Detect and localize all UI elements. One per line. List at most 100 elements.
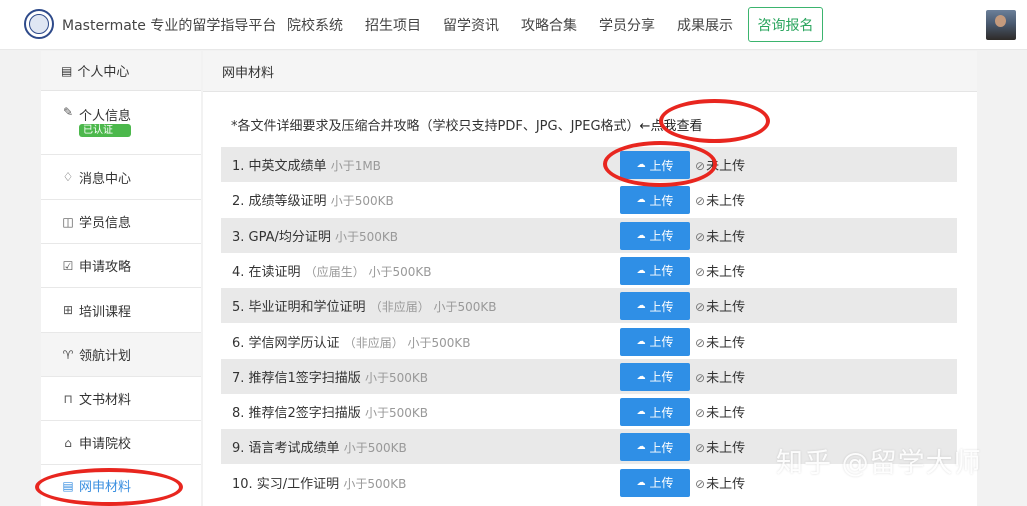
material-name: 8. 推荐信2签字扫描版	[232, 406, 361, 422]
link-icon: ⊘	[695, 476, 706, 491]
upload-status: ⊘未上传	[695, 367, 745, 386]
cloud-upload-icon: ☁	[636, 371, 646, 382]
material-row: 2. 成绩等级证明 小于500KB ☁ 上传 ⊘未上传	[221, 182, 957, 217]
material-row: 1. 中英文成绩单 小于1MB ☁ 上传 ⊘未上传	[221, 147, 957, 182]
pen-icon: ✎	[62, 105, 74, 119]
cloud-upload-icon: ☁	[636, 230, 646, 241]
material-name: 4. 在读证明	[232, 264, 301, 280]
instruction-text: *各文件详细要求及压缩合并攻略（学校只支持PDF、JPG、JPEG格式）	[231, 119, 640, 134]
material-label: 3. GPA/均分证明 小于500KB	[232, 226, 398, 245]
material-label: 4. 在读证明 （应届生） 小于500KB	[232, 261, 432, 280]
upload-button-label: 上传	[649, 193, 674, 208]
material-name: 9. 语言考试成绩单	[232, 441, 340, 457]
link-icon: ⊘	[695, 229, 706, 244]
logo-icon[interactable]	[24, 9, 54, 39]
sidebar-item-target-schools[interactable]: ⌂ 申请院校	[41, 421, 201, 465]
link-icon: ⊘	[695, 194, 706, 209]
brand-name[interactable]: Mastermate 专业的留学指导平台	[62, 15, 276, 35]
upload-button[interactable]: ☁ 上传	[620, 221, 690, 250]
consult-signup-button[interactable]: 咨询报名	[748, 7, 823, 42]
upload-status-label: 未上传	[706, 370, 746, 386]
material-name: 1. 中英文成绩单	[232, 159, 327, 174]
nav-item-guides[interactable]: 攻略合集	[521, 15, 577, 35]
material-size-hint: 小于500KB	[335, 229, 399, 244]
sidebar-item-label: 消息中心	[79, 171, 132, 187]
cloud-upload-icon: ☁	[636, 336, 646, 347]
sidebar-item-label: 领航计划	[79, 349, 132, 364]
material-name: 6. 学信网学历认证	[232, 335, 340, 351]
sidebar-item-documents[interactable]: ⊓ 文书材料	[41, 377, 201, 421]
grid-icon: ⊞	[62, 303, 74, 317]
material-label: 8. 推荐信2签字扫描版 小于500KB	[232, 402, 428, 421]
upload-button-label: 上传	[649, 299, 674, 314]
upload-button-label: 上传	[649, 405, 674, 420]
sidebar-item-student-info[interactable]: ◫ 学员信息	[41, 200, 201, 244]
upload-button[interactable]: ☁ 上传	[620, 292, 690, 321]
building-icon: ⌂	[64, 435, 72, 450]
upload-status: ⊘未上传	[695, 261, 745, 280]
upload-status: ⊘未上传	[695, 473, 745, 492]
sidebar-item-application-guide[interactable]: ☑ 申请攻略	[41, 244, 201, 288]
user-avatar[interactable]	[986, 10, 1016, 40]
material-label: 9. 语言考试成绩单 小于500KB	[232, 437, 407, 456]
upload-status-label: 未上传	[706, 476, 746, 492]
nav-item-schools[interactable]: 院校系统	[287, 15, 343, 35]
link-icon: ⊘	[695, 335, 706, 350]
nav-item-news[interactable]: 留学资讯	[443, 15, 499, 35]
material-name: 10. 实习/工作证明	[232, 476, 340, 492]
upload-button[interactable]: ☁ 上传	[620, 327, 690, 356]
nav-item-programs[interactable]: 招生项目	[365, 15, 421, 35]
material-name: 2. 成绩等级证明	[232, 194, 327, 210]
material-row: 6. 学信网学历认证 （非应届） 小于500KB ☁ 上传 ⊘未上传	[221, 324, 957, 359]
upload-button[interactable]: ☁ 上传	[620, 362, 690, 391]
upload-status-label: 未上传	[706, 300, 746, 316]
book-icon: ◫	[62, 214, 74, 229]
link-icon: ⊘	[695, 300, 706, 315]
online-materials-panel: 网申材料 *各文件详细要求及压缩合并攻略（学校只支持PDF、JPG、JPEG格式…	[203, 51, 977, 506]
annotation-ring-guide-link	[659, 99, 770, 143]
link-icon: ⊘	[695, 441, 706, 456]
annotation-ring-upload-button	[603, 141, 717, 187]
upload-status-label: 未上传	[706, 406, 746, 422]
material-row: 8. 推荐信2签字扫描版 小于500KB ☁ 上传 ⊘未上传	[221, 394, 957, 429]
upload-button[interactable]: ☁ 上传	[620, 468, 690, 497]
nav-item-student-stories[interactable]: 学员分享	[599, 15, 655, 35]
upload-button-label: 上传	[649, 440, 674, 455]
material-label: 7. 推荐信1签字扫描版 小于500KB	[232, 367, 428, 386]
material-size-hint: 小于500KB	[343, 441, 407, 456]
format-instruction: *各文件详细要求及压缩合并攻略（学校只支持PDF、JPG、JPEG格式）←点我查…	[231, 115, 702, 134]
material-size-hint: （非应届） 小于500KB	[369, 300, 497, 315]
material-row: 3. GPA/均分证明 小于500KB ☁ 上传 ⊘未上传	[221, 217, 957, 253]
material-row: 5. 毕业证明和学位证明 （非应届） 小于500KB ☁ 上传 ⊘未上传	[221, 288, 957, 324]
sidebar-item-messages[interactable]: ♢ 消息中心	[41, 155, 201, 200]
upload-button[interactable]: ☁ 上传	[620, 398, 690, 427]
cloud-upload-icon: ☁	[636, 195, 646, 206]
sidebar-item-label: 学员信息	[79, 216, 132, 231]
sidebar-item-personal-info[interactable]: ✎ 个人信息 已认证	[41, 91, 201, 155]
folder-icon: ⊓	[63, 391, 73, 406]
material-label: 6. 学信网学历认证 （非应届） 小于500KB	[232, 332, 471, 351]
sidebar-item-training-courses[interactable]: ⊞ 培训课程	[41, 288, 201, 333]
nav-item-results[interactable]: 成果展示	[677, 15, 733, 35]
material-name: 5. 毕业证明和学位证明	[232, 300, 366, 316]
link-icon: ⊘	[695, 264, 706, 279]
trophy-icon: ♈	[62, 347, 74, 362]
upload-button-label: 上传	[649, 229, 674, 244]
upload-status-label: 未上传	[706, 229, 746, 245]
material-label: 1. 中英文成绩单 小于1MB	[232, 155, 381, 174]
cloud-upload-icon: ☁	[636, 407, 646, 418]
material-size-hint: （非应届） 小于500KB	[343, 335, 471, 350]
bell-icon: ♢	[62, 170, 74, 184]
upload-status: ⊘未上传	[695, 332, 745, 351]
sidebar-item-navigator-plan[interactable]: ♈ 领航计划	[41, 333, 201, 377]
upload-button[interactable]: ☁ 上传	[620, 186, 690, 215]
material-label: 2. 成绩等级证明 小于500KB	[232, 190, 394, 209]
upload-button[interactable]: ☁ 上传	[620, 256, 690, 285]
material-size-hint: 小于500KB	[343, 476, 407, 491]
link-icon: ⊘	[695, 370, 706, 385]
panel-title: 网申材料	[203, 51, 977, 92]
upload-button[interactable]: ☁ 上传	[620, 433, 690, 462]
upload-status: ⊘未上传	[695, 190, 745, 209]
top-navigation-bar: Mastermate 专业的留学指导平台 院校系统 招生项目 留学资讯 攻略合集…	[0, 0, 1027, 50]
sidebar-header: ▤ 个人中心	[41, 51, 201, 91]
